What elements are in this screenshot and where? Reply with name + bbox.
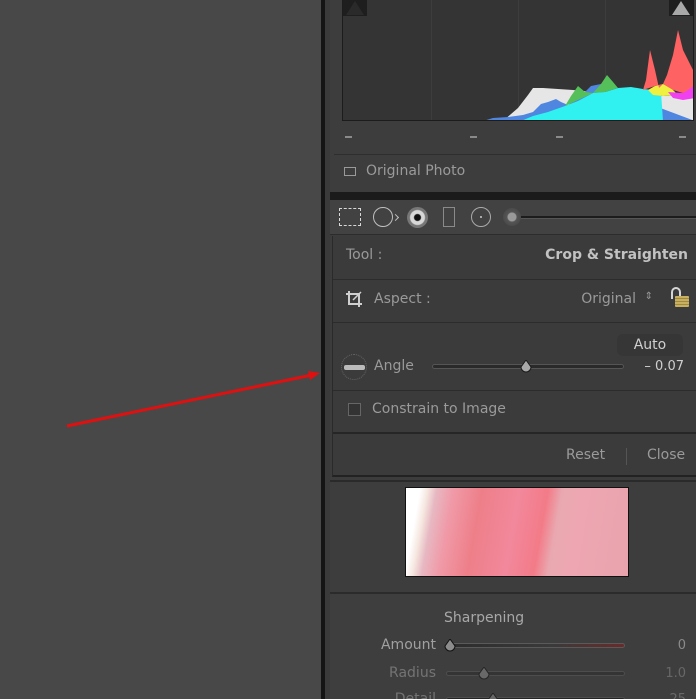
red-eye-tool-icon[interactable] xyxy=(407,207,428,228)
histogram-ticks xyxy=(342,133,694,143)
panel-gap xyxy=(330,192,696,200)
row-separator xyxy=(333,322,696,323)
highlight-clipping-triangle-icon xyxy=(672,1,690,15)
photo-canvas-background xyxy=(0,0,322,699)
highlight-clipping-toggle[interactable] xyxy=(669,0,693,16)
row-separator xyxy=(333,279,696,280)
angle-label: Angle xyxy=(374,358,414,374)
spot-removal-arrow-icon xyxy=(391,213,400,222)
footer-separator xyxy=(333,432,696,434)
radius-slider[interactable] xyxy=(446,671,625,676)
detail-preview-image[interactable] xyxy=(405,487,629,577)
crop-frame-icon[interactable] xyxy=(345,290,363,308)
detail-label: Detail xyxy=(394,691,436,699)
histogram-tick xyxy=(470,136,477,138)
straighten-tool-icon[interactable] xyxy=(341,354,367,380)
graduated-filter-tool-icon[interactable] xyxy=(443,207,455,227)
original-photo-toggle[interactable]: Original Photo xyxy=(344,163,465,179)
aspect-select[interactable]: Original xyxy=(581,291,636,307)
histogram-graph xyxy=(486,30,693,120)
constrain-to-image-label[interactable]: Constrain to Image xyxy=(372,401,506,417)
histogram-panel: Original Photo xyxy=(330,0,696,192)
detail-preview-area xyxy=(330,480,696,592)
sharpening-title: Sharpening xyxy=(444,610,525,626)
detail-value[interactable]: 25 xyxy=(669,692,686,699)
auto-straighten-button[interactable]: Auto xyxy=(617,334,683,356)
histogram-separator xyxy=(334,154,696,155)
adjustment-brush-tool-icon[interactable] xyxy=(503,208,521,226)
angle-value[interactable]: – 0.07 xyxy=(644,359,684,374)
histogram-tick xyxy=(679,136,686,138)
level-bar xyxy=(344,365,365,370)
amount-slider[interactable] xyxy=(446,643,625,648)
tool-strip xyxy=(330,200,696,235)
tool-name: Crop & Straighten xyxy=(545,247,688,263)
angle-slider-thumb[interactable] xyxy=(520,360,532,374)
amount-label: Amount xyxy=(380,637,436,653)
constrain-to-image-checkbox[interactable] xyxy=(348,403,361,416)
reset-button[interactable]: Reset xyxy=(566,447,605,463)
padlock-open-icon xyxy=(675,296,689,307)
histogram-tick xyxy=(556,136,563,138)
develop-right-panel: Original Photo Tool : Crop & Straighten … xyxy=(330,0,696,699)
histogram[interactable] xyxy=(342,0,694,121)
detail-slider-thumb[interactable] xyxy=(487,693,499,699)
tool-label: Tool : xyxy=(346,247,383,263)
shadow-clipping-triangle-icon xyxy=(346,1,364,15)
radius-label: Radius xyxy=(389,665,436,681)
radius-value[interactable]: 1.0 xyxy=(665,666,686,681)
photo-frame-icon xyxy=(344,166,356,176)
adjustment-brush-track[interactable] xyxy=(515,216,696,219)
sharpening-section: Sharpening Amount 0 Radius 1.0 Detail 25 xyxy=(330,594,696,699)
amount-slider-thumb[interactable] xyxy=(444,639,456,653)
button-divider xyxy=(626,448,627,465)
histogram-red-channel xyxy=(643,30,693,93)
amount-value[interactable]: 0 xyxy=(678,638,686,653)
crop-straighten-panel: Tool : Crop & Straighten Aspect : Origin… xyxy=(332,236,696,477)
histogram-tick xyxy=(345,136,352,138)
aspect-label: Aspect : xyxy=(374,291,431,307)
shadow-clipping-toggle[interactable] xyxy=(343,0,367,16)
spot-removal-tool-icon[interactable] xyxy=(373,207,393,227)
aspect-lock-toggle[interactable] xyxy=(670,287,690,309)
aspect-spinner-icon[interactable]: ⇕ xyxy=(645,291,653,302)
radial-filter-dot xyxy=(480,216,482,218)
row-separator xyxy=(333,390,696,391)
close-button[interactable]: Close xyxy=(647,447,685,463)
crop-overlay-tool-icon[interactable] xyxy=(339,208,361,226)
original-photo-label: Original Photo xyxy=(366,163,466,179)
radius-slider-thumb[interactable] xyxy=(478,667,490,681)
